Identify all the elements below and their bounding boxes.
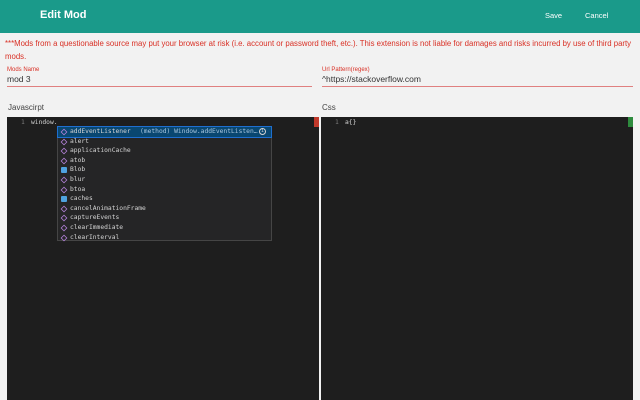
suggestion-label: cancelAnimationFrame bbox=[70, 204, 146, 212]
suggestion-item[interactable]: alert bbox=[58, 137, 271, 147]
javascript-code: window. bbox=[31, 119, 58, 126]
app-toolbar: Edit Mod Save Cancel bbox=[0, 0, 640, 33]
method-icon bbox=[60, 147, 68, 155]
method-icon bbox=[60, 157, 68, 165]
mod-name-input[interactable] bbox=[7, 74, 312, 84]
method-icon bbox=[60, 176, 68, 184]
method-icon bbox=[60, 234, 68, 241]
mod-name-field: Mods Name bbox=[7, 66, 312, 87]
css-editor[interactable]: 1 a{} bbox=[321, 117, 633, 400]
suggestion-item[interactable]: captureEvents bbox=[58, 213, 271, 223]
css-label: Css bbox=[322, 103, 336, 112]
cancel-button[interactable]: Cancel bbox=[585, 11, 608, 20]
url-pattern-label: Url Pattern(regex) bbox=[322, 67, 370, 73]
property-icon bbox=[61, 196, 67, 203]
url-pattern-input[interactable] bbox=[322, 74, 633, 84]
method-icon bbox=[60, 138, 68, 145]
ok-marker bbox=[628, 117, 633, 127]
suggestion-item[interactable]: cancelAnimationFrame bbox=[58, 204, 271, 214]
risk-warning: ***Mods from a questionable source may p… bbox=[5, 39, 632, 61]
autocomplete-list[interactable]: addEventListener (method) Window.addEven… bbox=[57, 126, 272, 241]
method-icon bbox=[60, 214, 68, 222]
method-icon bbox=[60, 205, 68, 213]
suggestion-item[interactable]: btoa bbox=[58, 185, 271, 195]
suggestion-item[interactable]: blur bbox=[58, 175, 271, 185]
method-icon bbox=[60, 128, 68, 136]
page-title: Edit Mod bbox=[40, 9, 87, 21]
javascript-label: Javascirpt bbox=[8, 103, 45, 112]
mod-name-label: Mods Name bbox=[7, 67, 40, 73]
suggestion-item[interactable]: clearImmediate bbox=[58, 223, 271, 233]
suggestion-label: captureEvents bbox=[70, 214, 120, 222]
suggestion-item[interactable]: caches bbox=[58, 194, 271, 204]
suggestion-item[interactable]: clearInterval bbox=[58, 233, 271, 243]
suggestion-item[interactable]: applicationCache bbox=[58, 146, 271, 156]
save-button[interactable]: Save bbox=[545, 11, 562, 20]
suggestion-label: atob bbox=[70, 156, 86, 164]
method-icon bbox=[60, 224, 68, 232]
suggestion-label: addEventListener bbox=[70, 128, 131, 135]
suggestion-label: blur bbox=[70, 175, 86, 183]
method-icon bbox=[60, 186, 68, 193]
suggestion-item[interactable]: Blob bbox=[58, 165, 271, 175]
url-pattern-field: Url Pattern(regex) bbox=[322, 66, 633, 87]
suggestion-item[interactable]: atob bbox=[58, 156, 271, 166]
suggestion-label: Blob bbox=[70, 166, 86, 174]
suggestion-label: clearInterval bbox=[70, 233, 120, 241]
suggestion-detail: (method) Window.addEventListen… bbox=[140, 128, 258, 135]
line-number: 1 bbox=[21, 119, 25, 126]
suggestion-item[interactable]: addEventListener (method) Window.addEven… bbox=[57, 126, 272, 138]
css-code: a{} bbox=[345, 119, 357, 126]
line-number: 1 bbox=[335, 119, 339, 126]
error-marker bbox=[314, 117, 319, 127]
suggestion-label: caches bbox=[70, 195, 93, 203]
suggestion-label: applicationCache bbox=[70, 147, 131, 155]
property-icon bbox=[61, 167, 67, 174]
suggestion-label: btoa bbox=[70, 185, 86, 193]
suggestion-label: alert bbox=[70, 137, 89, 145]
info-icon[interactable]: i bbox=[259, 128, 266, 135]
suggestion-label: clearImmediate bbox=[70, 223, 124, 231]
